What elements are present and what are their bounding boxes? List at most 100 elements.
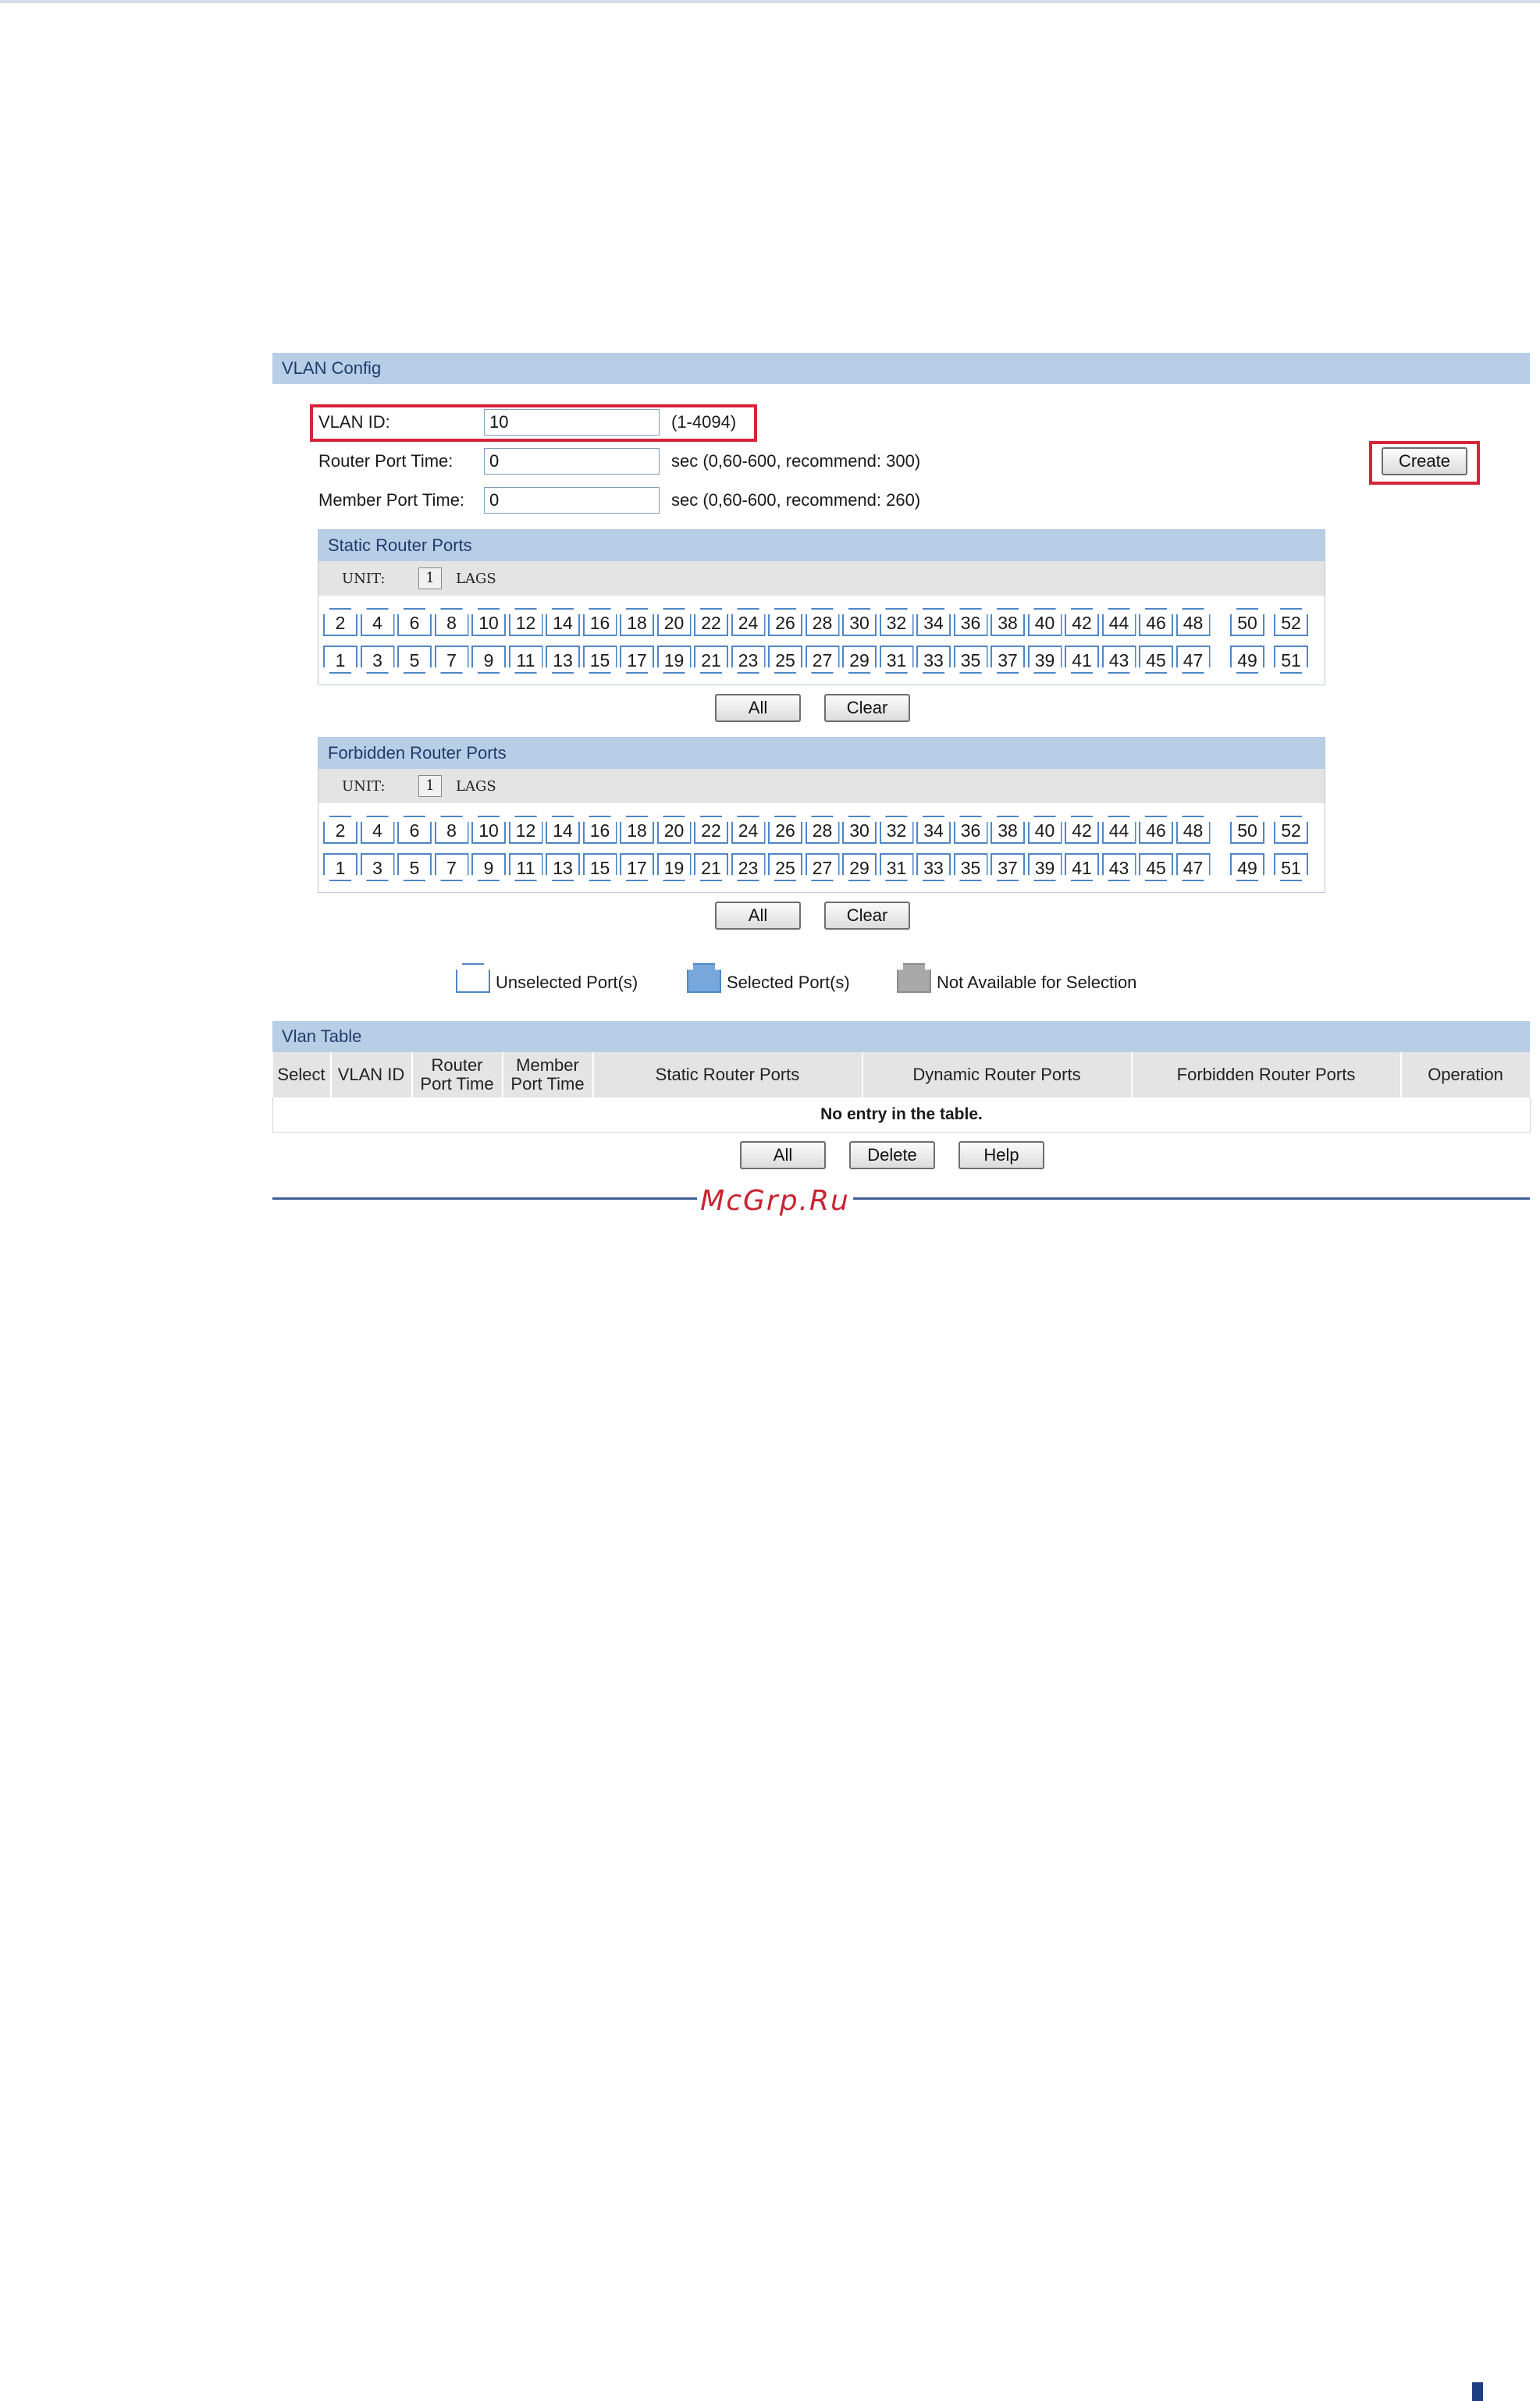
port-36[interactable]: 36 (953, 608, 988, 636)
port-25[interactable]: 25 (768, 853, 802, 881)
port-1[interactable]: 1 (323, 853, 357, 881)
port-19[interactable]: 19 (656, 646, 692, 674)
port-21[interactable]: 21 (694, 853, 728, 881)
port-17[interactable]: 17 (620, 646, 654, 674)
port-17[interactable]: 17 (620, 853, 654, 881)
port-40[interactable]: 40 (1027, 816, 1062, 844)
port-24[interactable]: 24 (731, 816, 766, 844)
port-46[interactable]: 46 (1139, 816, 1173, 844)
port-37[interactable]: 37 (991, 853, 1025, 881)
port-48[interactable]: 48 (1175, 816, 1211, 844)
port-20[interactable]: 20 (656, 816, 692, 844)
port-2[interactable]: 2 (323, 816, 357, 844)
port-27[interactable]: 27 (805, 646, 840, 674)
port-15[interactable]: 15 (582, 646, 617, 674)
port-22[interactable]: 22 (694, 608, 728, 636)
port-22[interactable]: 22 (694, 816, 728, 844)
port-32[interactable]: 32 (879, 608, 914, 636)
port-4[interactable]: 4 (360, 608, 395, 636)
port-35[interactable]: 35 (953, 646, 988, 674)
port-16[interactable]: 16 (582, 816, 617, 844)
port-30[interactable]: 30 (842, 608, 877, 636)
router-port-time-input[interactable] (484, 448, 660, 475)
port-28[interactable]: 28 (805, 608, 840, 636)
port-44[interactable]: 44 (1101, 816, 1136, 844)
port-20[interactable]: 20 (656, 608, 692, 636)
port-18[interactable]: 18 (620, 816, 654, 844)
port-6[interactable]: 6 (397, 608, 432, 636)
port-29[interactable]: 29 (842, 646, 877, 674)
port-39[interactable]: 39 (1027, 646, 1062, 674)
port-13[interactable]: 13 (546, 853, 580, 881)
port-32[interactable]: 32 (879, 816, 914, 844)
port-6[interactable]: 6 (397, 816, 432, 844)
port-38[interactable]: 38 (991, 816, 1025, 844)
port-1[interactable]: 1 (323, 646, 357, 674)
port-10[interactable]: 10 (471, 816, 506, 844)
port-23[interactable]: 23 (731, 853, 766, 881)
port-52[interactable]: 52 (1274, 608, 1308, 636)
port-3[interactable]: 3 (360, 853, 395, 881)
port-34[interactable]: 34 (916, 816, 951, 844)
unit-number-button[interactable]: 1 (418, 567, 442, 589)
port-42[interactable]: 42 (1065, 816, 1099, 844)
port-34[interactable]: 34 (916, 608, 951, 636)
port-14[interactable]: 14 (546, 608, 580, 636)
static-all-button[interactable]: All (715, 694, 801, 722)
unit-number-button[interactable]: 1 (418, 775, 442, 797)
port-2[interactable]: 2 (323, 608, 357, 636)
port-48[interactable]: 48 (1175, 608, 1211, 636)
port-52[interactable]: 52 (1274, 816, 1308, 844)
port-30[interactable]: 30 (842, 816, 877, 844)
port-8[interactable]: 8 (434, 608, 469, 636)
port-44[interactable]: 44 (1101, 608, 1136, 636)
port-28[interactable]: 28 (805, 816, 840, 844)
port-37[interactable]: 37 (991, 646, 1025, 674)
port-49[interactable]: 49 (1230, 646, 1264, 674)
port-45[interactable]: 45 (1139, 646, 1173, 674)
port-26[interactable]: 26 (768, 816, 802, 844)
delete-button[interactable]: Delete (849, 1141, 935, 1169)
port-4[interactable]: 4 (360, 816, 395, 844)
port-23[interactable]: 23 (731, 646, 766, 674)
port-51[interactable]: 51 (1274, 853, 1308, 881)
port-45[interactable]: 45 (1139, 853, 1173, 881)
port-14[interactable]: 14 (546, 816, 580, 844)
port-33[interactable]: 33 (916, 646, 951, 674)
port-26[interactable]: 26 (768, 608, 802, 636)
port-5[interactable]: 5 (397, 646, 432, 674)
port-10[interactable]: 10 (471, 608, 506, 636)
port-39[interactable]: 39 (1027, 853, 1062, 881)
create-button[interactable]: Create (1382, 447, 1467, 475)
lags-link[interactable]: LAGS (456, 778, 496, 795)
port-12[interactable]: 12 (508, 608, 543, 636)
vlan-id-input[interactable] (484, 409, 660, 436)
static-clear-button[interactable]: Clear (824, 694, 910, 722)
port-12[interactable]: 12 (508, 816, 543, 844)
port-15[interactable]: 15 (582, 853, 617, 881)
port-33[interactable]: 33 (916, 853, 951, 881)
port-11[interactable]: 11 (508, 646, 543, 674)
port-3[interactable]: 3 (360, 646, 395, 674)
forbidden-clear-button[interactable]: Clear (824, 902, 910, 930)
port-19[interactable]: 19 (656, 853, 692, 881)
port-8[interactable]: 8 (434, 816, 469, 844)
port-16[interactable]: 16 (582, 608, 617, 636)
port-50[interactable]: 50 (1230, 608, 1264, 636)
port-25[interactable]: 25 (768, 646, 802, 674)
forbidden-all-button[interactable]: All (715, 902, 801, 930)
port-43[interactable]: 43 (1101, 646, 1136, 674)
port-43[interactable]: 43 (1101, 853, 1136, 881)
port-31[interactable]: 31 (879, 853, 914, 881)
port-7[interactable]: 7 (434, 646, 469, 674)
port-41[interactable]: 41 (1065, 853, 1099, 881)
table-all-button[interactable]: All (740, 1141, 826, 1169)
port-46[interactable]: 46 (1139, 608, 1173, 636)
lags-link[interactable]: LAGS (456, 571, 496, 587)
port-47[interactable]: 47 (1175, 853, 1211, 881)
port-36[interactable]: 36 (953, 816, 988, 844)
port-41[interactable]: 41 (1065, 646, 1099, 674)
port-51[interactable]: 51 (1274, 646, 1308, 674)
port-40[interactable]: 40 (1027, 608, 1062, 636)
port-47[interactable]: 47 (1175, 646, 1211, 674)
